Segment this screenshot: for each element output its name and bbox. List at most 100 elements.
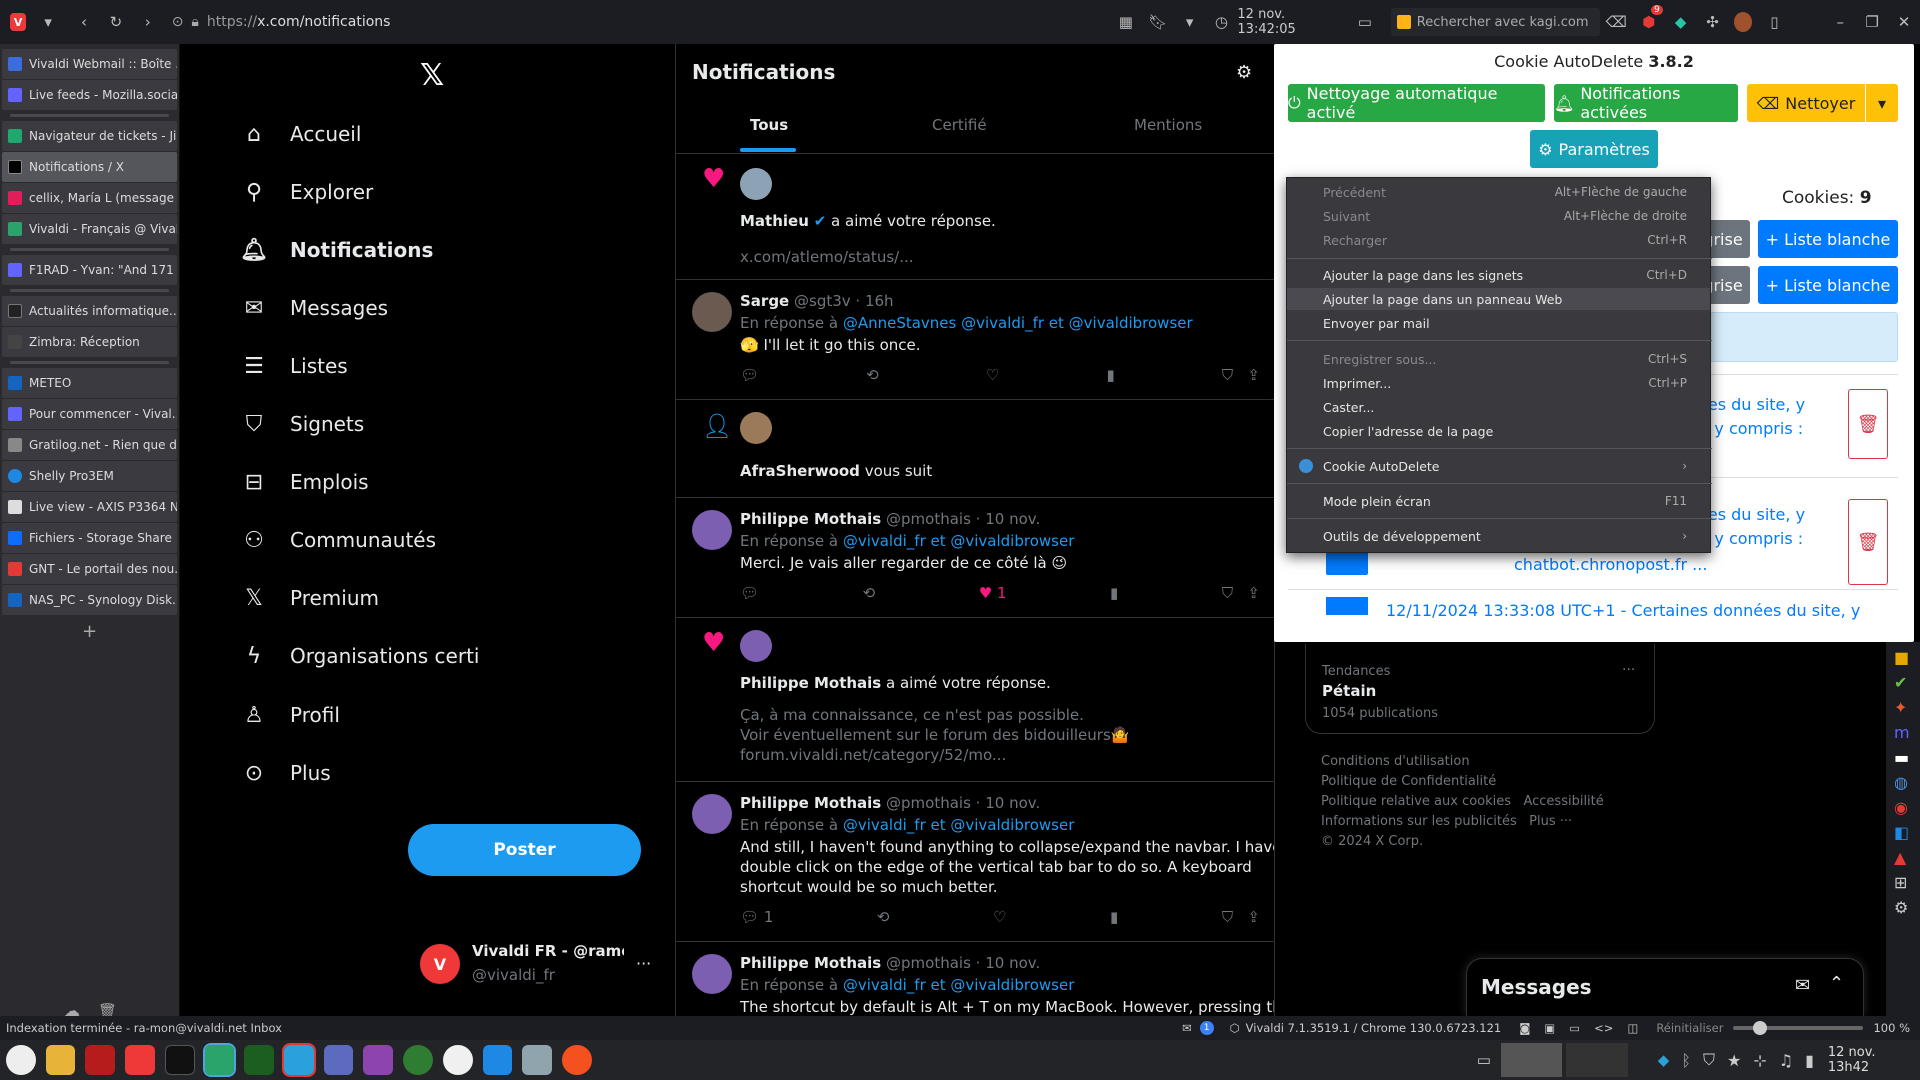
shield-icon[interactable]: ⛉ (1703, 1050, 1715, 1070)
nav-item-accueil[interactable]: ⌂ Accueil (240, 120, 361, 148)
log-entry-text[interactable]: 12/11/2024 13:33:08 UTC+1 - Certaines do… (1386, 601, 1860, 620)
zoom-slider[interactable] (1733, 1021, 1864, 1035)
vivaldi-icon[interactable] (125, 1045, 155, 1075)
panel-icon[interactable]: ■ (1894, 648, 1912, 667)
avatar[interactable] (740, 412, 772, 444)
tab-item-active[interactable]: Notifications / X (2, 152, 177, 182)
maximize-icon[interactable]: ❐ (1862, 11, 1882, 33)
log-entry-domain[interactable]: chatbot.chronopost.fr ... (1514, 555, 1707, 574)
workspace-1[interactable] (1500, 1043, 1563, 1077)
menu-item-devtools[interactable]: Outils de développement › (1323, 525, 1687, 547)
extension-shield-icon[interactable]: ◆ (1671, 11, 1691, 33)
footer-link[interactable]: Politique relative aux cookies (1321, 794, 1511, 809)
tab-item[interactable]: Shelly Pro3EM (2, 461, 177, 491)
user-name[interactable]: Philippe Mothais (740, 954, 881, 972)
avatar[interactable] (692, 292, 732, 332)
telegram-icon[interactable] (282, 1043, 316, 1077)
tab-item[interactable]: Vivaldi - Français @ Vival... (2, 214, 177, 244)
delete-log-button[interactable]: 🗑︎ (1848, 499, 1888, 585)
battery-icon[interactable]: ▮ (1805, 1051, 1814, 1070)
tab-item[interactable]: Live view - AXIS P3364 N... (2, 492, 177, 522)
nav-item-organisations[interactable]: ϟ Organisations certi (240, 642, 480, 670)
text-editor-icon[interactable] (323, 1045, 354, 1075)
reply-icon[interactable]: 💬︎ 1 (740, 908, 773, 926)
tab-item[interactable]: Vivaldi Webmail :: Boîte ... (2, 49, 177, 79)
vivaldi-snapshot-icon[interactable] (202, 1043, 237, 1077)
nav-item-plus[interactable]: ⊙ Plus (240, 759, 331, 787)
whitelist-button[interactable]: + Liste blanche (1758, 220, 1898, 258)
panel-icon[interactable]: ◍ (1894, 773, 1912, 792)
tab-item[interactable]: GNT - Le portail des nou... (2, 554, 177, 584)
account-menu-icon[interactable]: ··· (636, 954, 651, 973)
delete-log-button[interactable]: 🗑︎ (1848, 389, 1888, 459)
tab-mentions[interactable]: Mentions (1134, 116, 1202, 134)
menu-item-copy-address[interactable]: Copier l'adresse de la page (1323, 420, 1687, 442)
trend-topic[interactable]: Pétain (1322, 682, 1376, 700)
tab-tous[interactable]: Tous (750, 116, 788, 134)
nav-item-messages[interactable]: ✉ Messages (240, 294, 388, 322)
messages-drawer[interactable]: Messages ✉ ⌃ (1466, 958, 1864, 1016)
menu-item-forward[interactable]: Suivant Alt+Flèche de droite (1323, 205, 1687, 227)
nav-item-signets[interactable]: ⛉ Signets (240, 410, 364, 438)
code-icon[interactable]: <> (1594, 1021, 1613, 1035)
tab-item[interactable]: Gratilog.net - Rien que d... (2, 430, 177, 460)
tab-item[interactable]: F1RAD - Yvan: "And 171 l... (2, 255, 177, 285)
avatar[interactable] (740, 168, 772, 200)
image-icon[interactable]: ▣ (1544, 1021, 1555, 1035)
settings-icon[interactable]: ⚙ (1894, 898, 1912, 917)
x-logo-icon[interactable]: 𝕏 (420, 58, 444, 93)
app-icon[interactable] (522, 1045, 553, 1075)
like-icon[interactable]: ♡ (993, 908, 1006, 926)
nav-item-communautes[interactable]: ⚇ Communautés (240, 526, 436, 554)
tab-item[interactable]: Zimbra: Réception (2, 327, 177, 357)
search-field[interactable]: Rechercher avec kagi.com (1390, 8, 1600, 36)
music-icon[interactable]: ♫ (1779, 1051, 1793, 1070)
reply-mentions[interactable]: @AnneStavnes @vivaldi_fr et @vivaldibrow… (843, 314, 1193, 332)
footer-link[interactable]: Informations sur les publicités (1321, 814, 1517, 829)
log-entry-text[interactable]: ées du site, y), y compris : (1698, 503, 1805, 551)
like-icon[interactable]: ♡ (986, 366, 999, 384)
mastodon-icon[interactable]: m (1894, 723, 1912, 742)
check-icon[interactable]: ✔ (1894, 673, 1912, 692)
user-name[interactable]: Sarge (740, 292, 789, 310)
views-icon[interactable]: ▮ (1110, 908, 1118, 926)
reply-mentions[interactable]: @vivaldi_fr et @vivaldibrowser (843, 976, 1075, 994)
ublock-icon[interactable]: ⬢ 9 (1639, 5, 1663, 33)
tab-item[interactable]: METEO (2, 368, 177, 398)
footer-link[interactable]: Plus ··· (1529, 814, 1572, 829)
tab-item[interactable]: cellix, María L (message ... (2, 183, 177, 213)
footer-link[interactable]: Conditions d'utilisation (1321, 752, 1604, 772)
user-name[interactable]: Philippe Mothais (740, 510, 881, 528)
bookmark-icon[interactable]: ⛉ ⇪ (1222, 584, 1260, 602)
tab-item[interactable]: Pour commencer - Vival... (2, 399, 177, 429)
user-name[interactable]: Philippe Mothais (740, 674, 881, 692)
minimize-icon[interactable]: – (1830, 11, 1850, 33)
app-icon[interactable] (442, 1045, 473, 1075)
new-message-icon[interactable]: ✉ (1795, 975, 1810, 996)
extensions-icon[interactable]: ✣ (1703, 11, 1723, 33)
menu-item-cookie-autodelete[interactable]: Cookie AutoDelete › (1323, 455, 1687, 477)
notification-item[interactable]: ♥ Mathieu ✔ a aimé votre réponse. x.com/… (676, 153, 1274, 279)
menu-item-back[interactable]: Précédent Alt+Flèche de gauche (1323, 181, 1687, 203)
zoom-slider-handle[interactable] (1753, 1021, 1768, 1035)
reader-view-icon[interactable]: ▭ (1355, 11, 1375, 33)
whitelist-button[interactable]: + Liste blanche (1758, 266, 1898, 304)
log-entry-text[interactable]: ées du site, y), y compris : (1698, 393, 1805, 441)
log-expand-button[interactable] (1326, 597, 1368, 615)
bookmark-icon[interactable]: ⛉ ⇪ (1222, 908, 1260, 926)
panel-icon[interactable]: ◧ (1894, 823, 1912, 842)
menu-item-fullscreen[interactable]: Mode plein écran F11 (1323, 490, 1687, 512)
gear-icon[interactable]: ⚙ (1236, 62, 1252, 83)
panel-icon[interactable]: ▬ (1894, 748, 1912, 767)
menu-item-cast[interactable]: Caster... (1323, 396, 1687, 418)
avatar[interactable] (740, 630, 772, 662)
reply-post[interactable]: Philippe Mothais @pmothais · 10 nov. En … (676, 497, 1274, 617)
avatar[interactable] (692, 794, 732, 834)
menu-item-print[interactable]: Imprimer... Ctrl+P (1323, 372, 1687, 394)
clean-button[interactable]: ⌫ Nettoyer (1747, 84, 1865, 122)
add-panel-icon[interactable]: ⊞ (1894, 873, 1912, 892)
terminal-icon[interactable] (164, 1045, 195, 1075)
reply-mentions[interactable]: @vivaldi_fr et @vivaldibrowser (843, 532, 1075, 550)
chevron-down-icon[interactable]: ▾ (38, 11, 58, 33)
site-info-icon[interactable]: ⊙ (172, 14, 184, 30)
